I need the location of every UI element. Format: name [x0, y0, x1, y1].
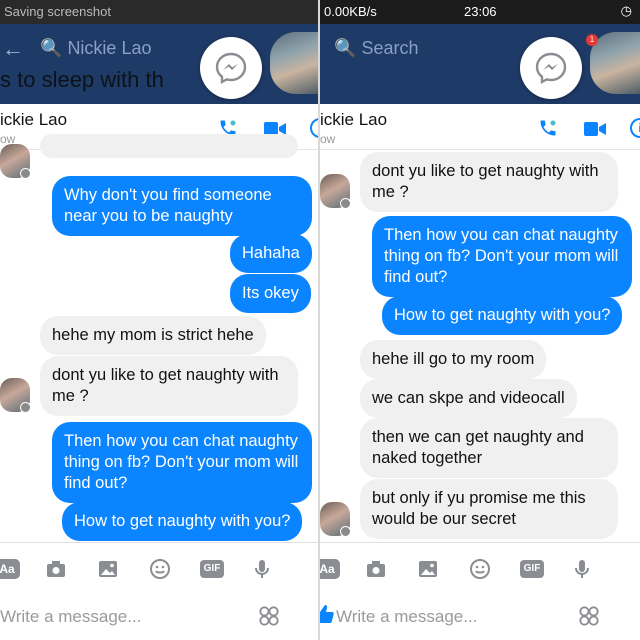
composer-toolbar: Aa GIF [0, 557, 320, 581]
message-bubble-incoming: we can skpe and videocall [360, 379, 577, 418]
search-text: Nickie Lao [67, 38, 152, 58]
message-bubble-incoming: dont yu like to get naughty with me ? [40, 356, 298, 416]
message-bubble-outgoing: Why don't you find someone near you to b… [52, 176, 312, 236]
composer-toolbar: Aa GIF [320, 557, 640, 581]
messenger-icon [215, 52, 247, 85]
message-bubble-cutoff [40, 134, 298, 158]
camera-icon[interactable] [44, 557, 68, 581]
search-field[interactable]: 🔍 Nickie Lao [40, 38, 151, 59]
message-bubble-incoming: dont yu like to get naughty with me ? [360, 152, 618, 212]
status-icons: ◷ [620, 3, 634, 18]
text-format-button[interactable]: Aa [320, 559, 340, 579]
message-bubble-incoming: then we can get naughty and naked togeth… [360, 418, 618, 478]
search-icon: 🔍 [334, 38, 357, 58]
info-icon[interactable]: i [630, 118, 640, 138]
message-bubble-incoming: hehe ill go to my room [360, 340, 547, 379]
messenger-chat-head[interactable] [200, 37, 262, 99]
overlay-ghost-text: s to sleep with th [0, 67, 164, 92]
contact-status: ow [320, 132, 336, 146]
message-bubble-outgoing: Its okey [230, 274, 311, 313]
right-screenshot: 0.00KB/s 23:06 ◷ 🔍 Search 1 ickie Lao ow… [320, 0, 640, 640]
contact-name[interactable]: ickie Lao [0, 110, 67, 130]
avatar [0, 144, 31, 179]
message-bubble-incoming: hehe my mom is strict hehe [40, 316, 266, 355]
notification-badge: 1 [586, 34, 598, 46]
video-icon[interactable] [584, 122, 606, 136]
contact-name[interactable]: ickie Lao [320, 110, 387, 130]
back-icon[interactable]: ← [2, 36, 24, 62]
messenger-icon [535, 52, 567, 85]
message-list: dont yu like to get naughty with me ? Th… [320, 150, 640, 542]
message-bubble-outgoing: Then how you can chat naughty thing on f… [372, 216, 632, 297]
status-bar: Saving screenshot [0, 0, 320, 24]
avatar[interactable] [270, 32, 320, 94]
message-input[interactable]: Write a message... [0, 607, 141, 627]
microphone-icon[interactable] [250, 557, 274, 581]
search-text: Search [361, 38, 419, 58]
message-bubble-incoming: but only if yu promise me this would be … [360, 479, 618, 539]
composer: Aa GIF Write a message... [0, 542, 320, 640]
message-list: Why don't you find someone near you to b… [0, 134, 320, 542]
message-bubble-outgoing: Then how you can chat naughty thing on f… [52, 422, 312, 503]
sticker-icon[interactable] [258, 605, 280, 627]
message-input[interactable]: Write a message... [336, 607, 477, 627]
phone-icon[interactable] [538, 118, 558, 138]
status-time: 23:06 [464, 4, 497, 19]
avatar [0, 378, 31, 413]
composer: Aa GIF Write a message... [320, 542, 640, 640]
search-icon: 🔍 [40, 38, 63, 58]
message-bubble-outgoing: How to get naughty with you? [382, 296, 623, 335]
network-speed: 0.00KB/s [324, 4, 377, 19]
microphone-icon[interactable] [570, 557, 594, 581]
message-bubble-outgoing: Hahaha [230, 234, 312, 273]
text-format-button[interactable]: Aa [0, 559, 20, 579]
image-icon[interactable] [96, 557, 120, 581]
messenger-chat-head[interactable] [520, 37, 582, 99]
sticker-icon[interactable] [578, 605, 600, 627]
image-icon[interactable] [416, 557, 440, 581]
camera-icon[interactable] [364, 557, 388, 581]
status-saving-text: Saving screenshot [4, 4, 111, 19]
left-screenshot: Saving screenshot ← 🔍 Nickie Lao s to sl… [0, 0, 320, 640]
avatar [320, 502, 351, 537]
message-bubble-outgoing: How to get naughty with you? [62, 502, 303, 541]
emoji-icon[interactable] [148, 557, 172, 581]
gif-button[interactable]: GIF [200, 560, 224, 578]
chat-header: ickie Lao ow i [320, 104, 640, 150]
search-field[interactable]: 🔍 Search [334, 38, 418, 59]
status-bar: 0.00KB/s 23:06 ◷ [320, 0, 640, 24]
emoji-icon[interactable] [468, 557, 492, 581]
like-icon[interactable] [320, 603, 334, 625]
gif-button[interactable]: GIF [520, 560, 544, 578]
avatar [320, 174, 351, 209]
